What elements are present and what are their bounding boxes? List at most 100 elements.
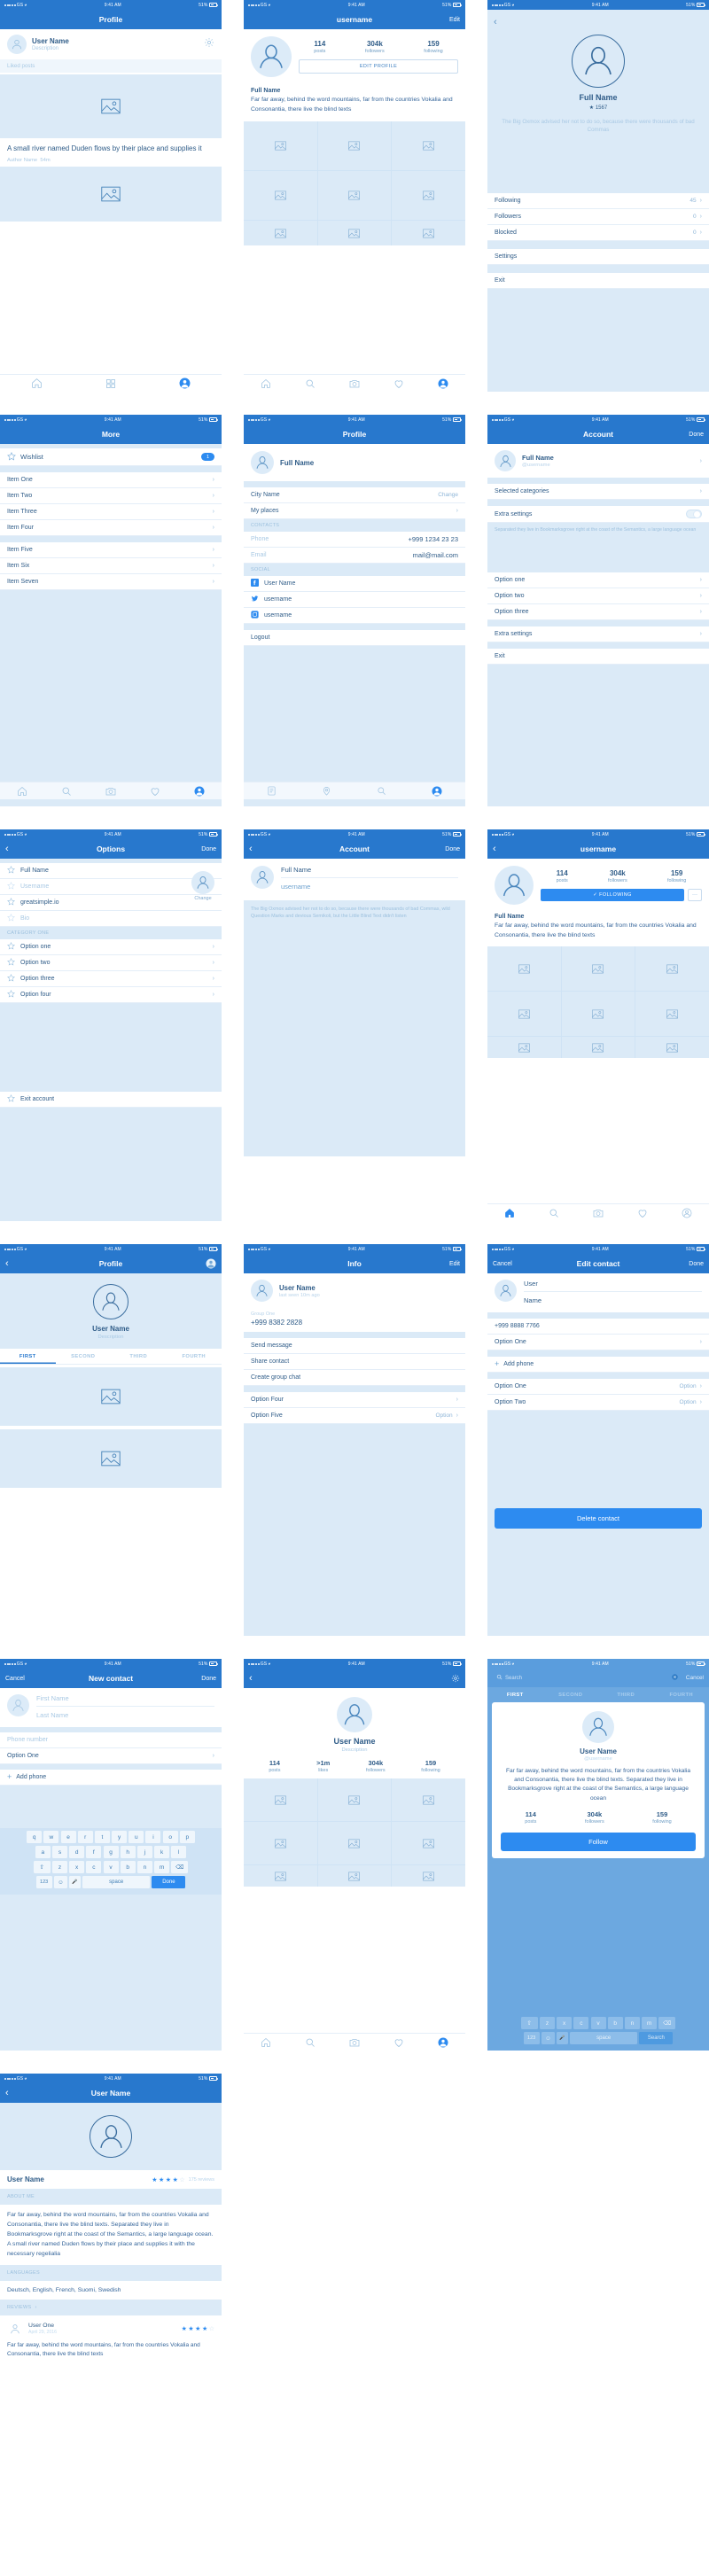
row-my-places[interactable]: My places ›	[244, 503, 465, 519]
post-image-2[interactable]	[0, 166, 222, 222]
home-icon[interactable]	[261, 378, 271, 389]
back-icon[interactable]: ‹	[5, 839, 9, 859]
clear-icon[interactable]	[672, 1674, 678, 1682]
key-r[interactable]: r	[77, 1831, 93, 1843]
cancel-button[interactable]: Cancel	[5, 1669, 25, 1688]
row-exit[interactable]: Exit	[487, 648, 709, 665]
camera-icon[interactable]	[593, 1208, 604, 1218]
last-name-field[interactable]: Name	[524, 1292, 702, 1306]
row-settings[interactable]: Settings	[487, 248, 709, 265]
row-option-one-top[interactable]: Option One ›	[487, 1335, 709, 1350]
key-s[interactable]: s	[51, 1846, 67, 1858]
delete-contact-button[interactable]: Delete contact	[495, 1508, 702, 1529]
row-twitter[interactable]: username	[244, 592, 465, 608]
field-full-name[interactable]: Full Name	[0, 863, 222, 879]
row-facebook[interactable]: User Name	[244, 576, 465, 592]
avatar[interactable]	[495, 866, 534, 905]
done-button[interactable]: Done	[201, 839, 216, 859]
row-option-four[interactable]: Option four ›	[0, 987, 222, 1003]
key-x[interactable]: x	[69, 1861, 85, 1873]
post-image[interactable]	[0, 74, 222, 138]
row-exit-account[interactable]: Exit account	[0, 1092, 222, 1108]
post-title[interactable]: A small river named Duden flows by their…	[7, 144, 214, 154]
key-c[interactable]: c	[86, 1861, 102, 1873]
row-option-four[interactable]: Option Four ›	[244, 1392, 465, 1408]
grid-cell[interactable]	[487, 946, 561, 992]
stat-posts[interactable]: 114 posts	[314, 40, 325, 54]
key-g[interactable]: g	[103, 1846, 119, 1858]
grid-cell[interactable]	[561, 1037, 635, 1059]
row-blocked[interactable]: Blocked 0 ›	[487, 224, 709, 241]
avatar[interactable]	[495, 1280, 517, 1302]
key-l[interactable]: l	[171, 1846, 187, 1858]
stat-posts[interactable]: 114 posts	[269, 1759, 280, 1773]
key-y[interactable]: y	[112, 1831, 128, 1843]
grid-cell[interactable]	[487, 992, 561, 1037]
grid-cell[interactable]	[561, 946, 635, 992]
row-phone[interactable]: Phone +999 1234 23 23	[244, 532, 465, 548]
profile-header[interactable]: Full Name	[244, 444, 465, 481]
content-image[interactable]	[0, 1367, 222, 1426]
key-v[interactable]: v	[590, 2017, 606, 2029]
list-item[interactable]: Item Three ›	[0, 504, 222, 520]
grid-icon[interactable]	[105, 378, 116, 389]
home-icon[interactable]	[261, 2037, 271, 2048]
key-done[interactable]: Done	[152, 1876, 186, 1888]
reviews-label[interactable]: REVIEWS ›	[0, 2300, 222, 2316]
key-e[interactable]: e	[60, 1831, 76, 1843]
row-option-one[interactable]: Option one ›	[0, 939, 222, 955]
back-icon[interactable]: ‹	[5, 2083, 9, 2103]
tab-first[interactable]: FIRST	[487, 1687, 543, 1702]
grid-cell[interactable]	[244, 121, 317, 171]
grid-cell[interactable]	[244, 221, 317, 246]
key-v[interactable]: v	[103, 1861, 119, 1873]
key-z[interactable]: z	[539, 2017, 555, 2029]
grid-cell[interactable]	[487, 1037, 561, 1059]
done-button[interactable]: Done	[445, 839, 460, 859]
key-numbers[interactable]: 123	[523, 2032, 540, 2044]
avatar[interactable]	[7, 1694, 29, 1716]
emoji-icon[interactable]: ☺	[53, 1876, 67, 1888]
shift-icon[interactable]: ⇧	[520, 2017, 538, 2029]
row-create-group-chat[interactable]: Create group chat	[244, 1370, 465, 1386]
avatar[interactable]	[251, 36, 292, 77]
key-x[interactable]: x	[557, 2017, 573, 2029]
done-button[interactable]: Done	[689, 1254, 704, 1273]
field-bio[interactable]: Bio	[0, 911, 222, 927]
avatar-change[interactable]: Change	[191, 871, 214, 901]
key-o[interactable]: o	[162, 1831, 178, 1843]
profile-icon[interactable]	[194, 786, 205, 797]
key-u[interactable]: u	[129, 1831, 144, 1843]
avatar[interactable]	[582, 1711, 614, 1743]
row-logout[interactable]: Logout	[244, 630, 465, 646]
tab-fourth[interactable]: FOURTH	[167, 1349, 222, 1364]
stat-likes[interactable]: >1m likes	[316, 1759, 330, 1773]
done-button[interactable]: Done	[689, 424, 704, 444]
row-option-two[interactable]: Option two ›	[0, 955, 222, 971]
grid-cell[interactable]	[317, 171, 392, 221]
toggle-switch[interactable]	[686, 510, 702, 519]
key-m[interactable]: m	[642, 2017, 658, 2029]
key-z[interactable]: z	[51, 1861, 67, 1873]
row-extra-settings-toggle[interactable]: Extra settings	[487, 506, 709, 523]
key-b[interactable]: b	[607, 2017, 623, 2029]
stat-followers[interactable]: 304k followers	[608, 869, 627, 883]
row-selected-categories[interactable]: Selected categories ›	[487, 484, 709, 500]
row-option-three[interactable]: Option three ›	[487, 603, 709, 620]
grid-cell[interactable]	[317, 121, 392, 171]
field-username[interactable]: Username	[0, 879, 222, 895]
stat-following[interactable]: 159 following	[421, 1759, 440, 1773]
back-icon[interactable]: ‹	[249, 1669, 253, 1688]
key-w[interactable]: w	[43, 1831, 59, 1843]
key-numbers[interactable]: 123	[35, 1876, 52, 1888]
back-icon[interactable]: ‹	[494, 17, 497, 27]
grid-cell[interactable]	[392, 1865, 465, 1887]
key-t[interactable]: t	[94, 1831, 110, 1843]
key-q[interactable]: q	[27, 1831, 43, 1843]
row-send-message[interactable]: Send message	[244, 1338, 465, 1354]
camera-icon[interactable]	[349, 378, 360, 389]
row-followers[interactable]: Followers 0 ›	[487, 208, 709, 225]
field-website[interactable]: greatsimple.io	[0, 895, 222, 911]
avatar-button[interactable]	[206, 1254, 216, 1273]
home-icon[interactable]	[17, 786, 27, 797]
